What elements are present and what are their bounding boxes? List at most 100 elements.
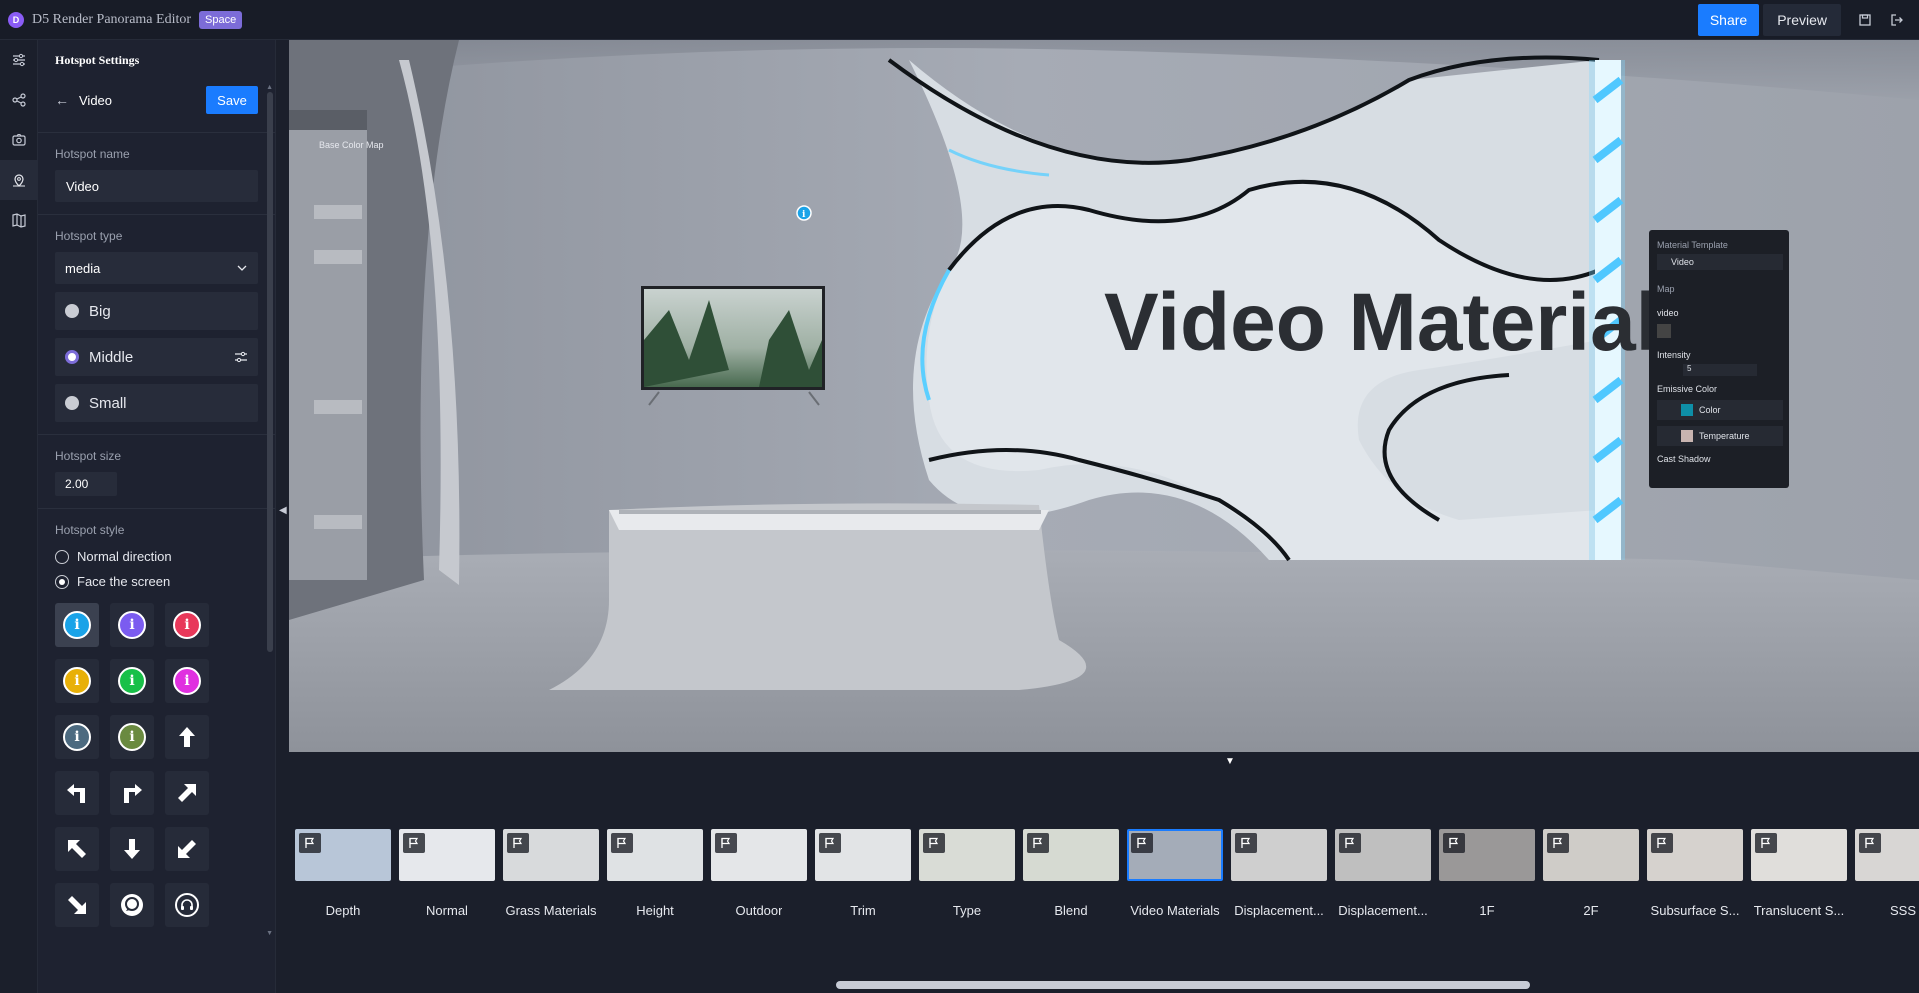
hotspot-icon-option[interactable] xyxy=(55,771,99,815)
space-badge[interactable]: Space xyxy=(199,10,243,29)
hotspot-icon-option[interactable] xyxy=(165,771,209,815)
scene-thumbnail-item[interactable]: Video Materials xyxy=(1127,829,1223,918)
hotspot-icon-option[interactable]: i xyxy=(55,659,99,703)
scene-thumbnail[interactable] xyxy=(295,829,391,881)
flag-icon[interactable] xyxy=(611,833,633,853)
share-button[interactable]: Share xyxy=(1697,4,1760,36)
flag-icon[interactable] xyxy=(403,833,425,853)
scene-thumbnail[interactable] xyxy=(1439,829,1535,881)
save-icon[interactable] xyxy=(1849,4,1881,36)
temperature-option[interactable]: Temperature xyxy=(1657,426,1783,446)
map-pin-icon[interactable] xyxy=(0,160,38,200)
scene-thumbnail-item[interactable]: Type xyxy=(919,829,1015,918)
hotspot-name-input[interactable]: Video xyxy=(55,170,258,202)
scene-thumbnail[interactable] xyxy=(1647,829,1743,881)
scroll-up-icon[interactable]: ▲ xyxy=(266,84,273,91)
scene-thumbnail[interactable] xyxy=(1543,829,1639,881)
hotspot-type-select[interactable]: media xyxy=(55,252,258,284)
flag-icon[interactable] xyxy=(1027,833,1049,853)
panel-scrollbar[interactable] xyxy=(267,92,273,652)
flag-icon[interactable] xyxy=(1755,833,1777,853)
flag-icon[interactable] xyxy=(1547,833,1569,853)
hotspot-icon-option[interactable] xyxy=(55,883,99,927)
share-nodes-icon[interactable] xyxy=(0,80,38,120)
video-map-slot[interactable] xyxy=(1657,324,1671,338)
size-option-small[interactable]: Small xyxy=(55,384,258,422)
scene-thumbnail[interactable] xyxy=(1023,829,1119,881)
hotspot-icon-option[interactable] xyxy=(110,883,154,927)
scene-thumbnail[interactable] xyxy=(919,829,1015,881)
flag-icon[interactable] xyxy=(507,833,529,853)
hotspot-icon-option[interactable] xyxy=(55,827,99,871)
scene-thumbnail-item[interactable]: Subsurface S... xyxy=(1647,829,1743,918)
save-button[interactable]: Save xyxy=(206,86,258,114)
hotspot-icon-option[interactable] xyxy=(165,715,209,759)
hotspot-icon-option[interactable]: i xyxy=(165,659,209,703)
map-icon[interactable] xyxy=(0,200,38,240)
hotspot-icon-option[interactable]: i xyxy=(110,715,154,759)
flag-icon[interactable] xyxy=(1651,833,1673,853)
scene-thumbnail[interactable] xyxy=(503,829,599,881)
scene-thumbnail[interactable] xyxy=(1855,829,1919,881)
sliders-icon[interactable] xyxy=(0,40,38,80)
scene-thumbnail-item[interactable]: Trim xyxy=(815,829,911,918)
collapse-panel-icon[interactable]: ◀ xyxy=(279,505,287,516)
flag-icon[interactable] xyxy=(923,833,945,853)
hotspot-icon-option[interactable]: i xyxy=(110,659,154,703)
tune-icon[interactable] xyxy=(234,350,248,364)
hotspot-icon-option[interactable]: i xyxy=(165,603,209,647)
hotspot-size-input[interactable]: 2.00 xyxy=(55,472,117,496)
scene-thumbnail[interactable] xyxy=(1751,829,1847,881)
material-template-select[interactable]: Video xyxy=(1657,254,1783,270)
hotspot-icon-option[interactable] xyxy=(110,771,154,815)
hotspot-icon-option[interactable]: i xyxy=(110,603,154,647)
flag-icon[interactable] xyxy=(1131,833,1153,853)
hotspot-icon-option[interactable] xyxy=(165,827,209,871)
filmstrip-scrollbar[interactable] xyxy=(836,981,1530,989)
size-option-middle[interactable]: Middle xyxy=(55,338,258,376)
scene-thumbnail-item[interactable]: Outdoor xyxy=(711,829,807,918)
style-face-screen[interactable]: Face the screen xyxy=(55,574,258,589)
flag-icon[interactable] xyxy=(1235,833,1257,853)
scene-thumbnail-item[interactable]: Height xyxy=(607,829,703,918)
scene-thumbnail-item[interactable]: 2F xyxy=(1543,829,1639,918)
hotspot-icon-option[interactable] xyxy=(165,883,209,927)
scene-thumbnail[interactable] xyxy=(711,829,807,881)
scene-thumbnail-item[interactable]: Translucent S... xyxy=(1751,829,1847,918)
scene-thumbnail[interactable] xyxy=(1231,829,1327,881)
scene-thumbnail[interactable] xyxy=(1335,829,1431,881)
exit-icon[interactable] xyxy=(1881,4,1913,36)
hotspot-icon-option[interactable]: i xyxy=(55,715,99,759)
scene-thumbnail-item[interactable]: Blend xyxy=(1023,829,1119,918)
size-option-big[interactable]: Big xyxy=(55,292,258,330)
scene-thumbnail[interactable] xyxy=(1127,829,1223,881)
scene-thumbnail[interactable] xyxy=(399,829,495,881)
info-icon: i xyxy=(63,611,91,639)
back-button[interactable]: ← Video xyxy=(55,92,112,108)
scene-thumbnail-item[interactable]: SSS xyxy=(1855,829,1919,918)
camera-icon[interactable] xyxy=(0,120,38,160)
style-normal-direction[interactable]: Normal direction xyxy=(55,549,258,564)
hotspot-icon-option[interactable] xyxy=(110,827,154,871)
flag-icon[interactable] xyxy=(1859,833,1881,853)
preview-button[interactable]: Preview xyxy=(1763,4,1841,36)
scene-thumbnail[interactable] xyxy=(815,829,911,881)
flag-icon[interactable] xyxy=(1339,833,1361,853)
scene-thumbnail-item[interactable]: Depth xyxy=(295,829,391,918)
flag-icon[interactable] xyxy=(715,833,737,853)
intensity-input[interactable]: 5 xyxy=(1683,364,1757,376)
scene-thumbnail-item[interactable]: Displacement... xyxy=(1231,829,1327,918)
flag-icon[interactable] xyxy=(299,833,321,853)
scene-thumbnail-item[interactable]: Displacement... xyxy=(1335,829,1431,918)
panorama-viewport[interactable]: Base Color Map Video Materials i Materia… xyxy=(289,40,1919,752)
hotspot-icon-option[interactable]: i xyxy=(55,603,99,647)
scene-thumbnail-item[interactable]: 1F xyxy=(1439,829,1535,918)
flag-icon[interactable] xyxy=(819,833,841,853)
scene-thumbnail-item[interactable]: Grass Materials xyxy=(503,829,599,918)
expand-down-icon[interactable]: ▼ xyxy=(1225,756,1235,767)
scene-thumbnail-item[interactable]: Normal xyxy=(399,829,495,918)
scene-thumbnail[interactable] xyxy=(607,829,703,881)
emissive-color-option[interactable]: Color xyxy=(1657,400,1783,420)
scroll-down-icon[interactable]: ▼ xyxy=(266,930,273,937)
flag-icon[interactable] xyxy=(1443,833,1465,853)
